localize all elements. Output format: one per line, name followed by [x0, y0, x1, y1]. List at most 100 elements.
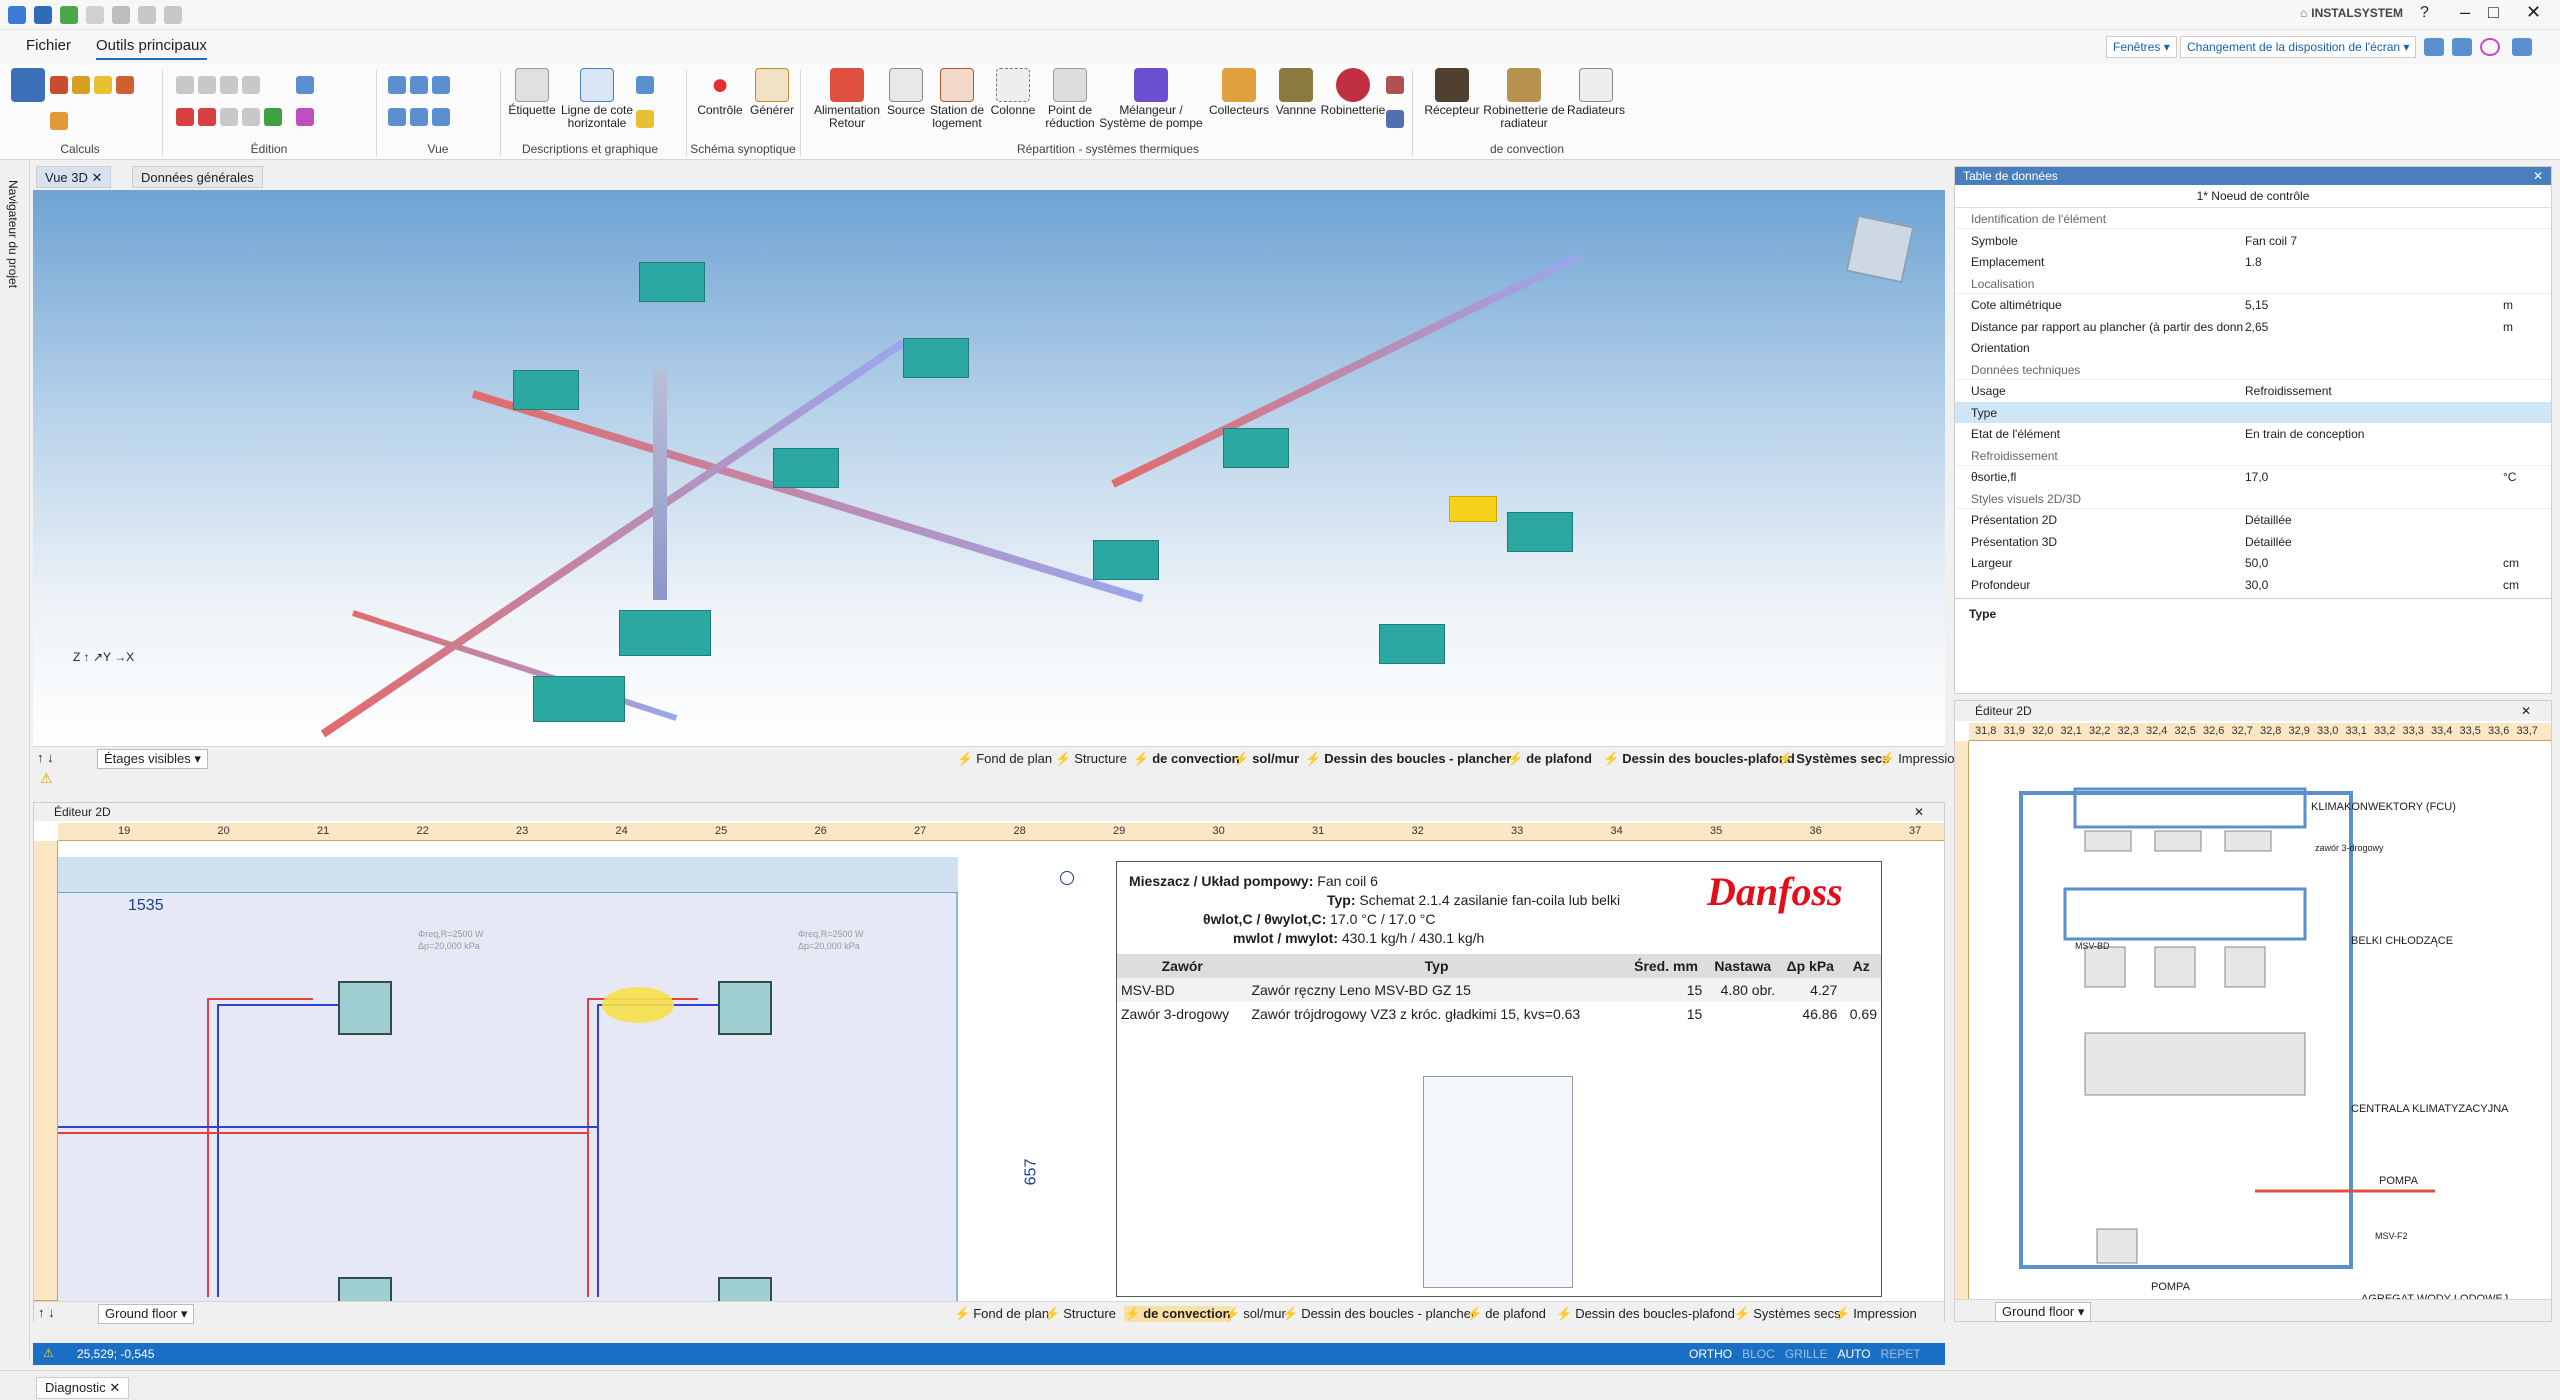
- minimize-icon[interactable]: –: [2460, 2, 2470, 23]
- edit-icon[interactable]: [242, 76, 260, 94]
- zoom-icon[interactable]: [388, 76, 406, 94]
- zoom-icon[interactable]: [410, 76, 428, 94]
- fan-coil[interactable]: [1093, 540, 1159, 580]
- dimension-button[interactable]: Ligne de cote horizontale: [560, 68, 634, 140]
- column-button[interactable]: Colonne: [984, 68, 1042, 140]
- valve-table[interactable]: Mieszacz / Układ pompowy: Fan coil 6 Typ…: [1116, 861, 1882, 1297]
- label-button[interactable]: Étiquette: [500, 68, 564, 140]
- nav-arrows-icon[interactable]: ↑ ↓: [38, 1305, 55, 1320]
- property-row[interactable]: Profondeur 30,0 cm: [1955, 574, 2551, 595]
- property-row[interactable]: Distance par rapport au plancher (à part…: [1955, 316, 2551, 337]
- layer-tab[interactable]: ⚡ de convection: [1133, 751, 1240, 767]
- editor-2d-main[interactable]: Éditeur 2D ✕ 19 20 21 22 23 24 25 26 27 28 29 30 31 32…: [33, 802, 1945, 1324]
- print-icon[interactable]: [112, 6, 130, 24]
- delete-icon[interactable]: [198, 108, 216, 126]
- layer-tab[interactable]: ⚡ Structure: [1044, 1306, 1116, 1322]
- panel-close-icon[interactable]: ✕: [2533, 169, 2543, 183]
- fan-coil[interactable]: [513, 370, 579, 410]
- station-button[interactable]: Station de logement: [926, 68, 988, 140]
- layer-tab[interactable]: ⚡ Dessin des boucles - plancher: [1305, 751, 1511, 767]
- redo-icon[interactable]: [164, 6, 182, 24]
- property-row[interactable]: Usage Refroidissement: [1955, 380, 2551, 401]
- monitor-icon[interactable]: [2452, 38, 2472, 56]
- property-row[interactable]: Présentation 2D Détaillée: [1955, 509, 2551, 530]
- edit-icon[interactable]: [220, 76, 238, 94]
- layer-tab[interactable]: ⚡ Impression: [1879, 751, 1962, 767]
- calc-small-icon[interactable]: [94, 76, 112, 94]
- property-section[interactable]: Données techniques: [1955, 359, 2551, 380]
- layer-tab[interactable]: ⚡ sol/mur: [1233, 751, 1299, 767]
- receiver-button[interactable]: Récepteur: [1420, 68, 1484, 140]
- fan-coil[interactable]: [773, 448, 839, 488]
- property-row[interactable]: Cote altimétrique 5,15 m: [1955, 294, 2551, 315]
- fan-coil[interactable]: [903, 338, 969, 378]
- fan-coil[interactable]: [619, 610, 711, 656]
- zoom-icon[interactable]: [410, 108, 428, 126]
- layer-tab[interactable]: ⚡ Fond de plan: [954, 1306, 1049, 1322]
- fittings-small-icon[interactable]: [1386, 76, 1404, 94]
- layer-tab[interactable]: ⚡ de plafond: [1507, 751, 1592, 767]
- floor-plan[interactable]: 1535 Φreq,R=2500 W Δp=20,000 kPa Φreq,R=…: [58, 857, 958, 1307]
- layer-tab[interactable]: ⚡ de plafond: [1466, 1306, 1546, 1322]
- layer-tab[interactable]: ⚡ Systèmes secs: [1734, 1306, 1841, 1322]
- warning-icon[interactable]: ⚠: [43, 1346, 54, 1360]
- property-value[interactable]: Fan coil 7: [2245, 234, 2297, 248]
- property-section[interactable]: Identification de l'élément: [1955, 208, 2551, 229]
- selected-fan-coil[interactable]: [1449, 496, 1497, 522]
- panel-icon[interactable]: [2512, 38, 2532, 56]
- zoom-icon[interactable]: [432, 76, 450, 94]
- edit-icon[interactable]: [296, 76, 314, 94]
- panel-close-icon[interactable]: ✕: [1914, 805, 1924, 819]
- calc-small-icon[interactable]: [50, 76, 68, 94]
- layer-tab[interactable]: ⚡ Dessin des boucles - plancher: [1282, 1306, 1475, 1322]
- open-icon[interactable]: [60, 6, 78, 24]
- layout-dropdown[interactable]: Changement de la disposition de l'écran …: [2180, 36, 2417, 58]
- property-section[interactable]: Styles visuels 2D/3D: [1955, 488, 2551, 509]
- fan-coil[interactable]: [639, 262, 705, 302]
- view-cube[interactable]: [1845, 214, 1915, 284]
- property-value[interactable]: 5,15: [2245, 298, 2268, 312]
- edit-icon[interactable]: [264, 108, 282, 126]
- new-icon[interactable]: [86, 6, 104, 24]
- text-icon[interactable]: [636, 76, 654, 94]
- nav-arrows-icon[interactable]: ↑ ↓: [37, 750, 54, 765]
- property-row[interactable]: Emplacement 1.8: [1955, 251, 2551, 272]
- reduction-button[interactable]: Point de réduction: [1038, 68, 1102, 140]
- fan-coil[interactable]: [1507, 512, 1573, 552]
- layer-tab[interactable]: ⚡ Dessin des boucles-plafond: [1603, 751, 1795, 767]
- fittings-small-icon[interactable]: [1386, 110, 1404, 128]
- panel-close-icon[interactable]: ✕: [2521, 704, 2531, 718]
- fan-coil-2d[interactable]: [718, 981, 772, 1035]
- floor-dropdown[interactable]: Ground floor ▾: [1995, 1302, 2092, 1322]
- floor-dropdown[interactable]: Ground floor ▾: [98, 1304, 195, 1324]
- property-value[interactable]: Détaillée: [2245, 535, 2292, 549]
- calc-small-icon[interactable]: [116, 76, 134, 94]
- mode-auto[interactable]: AUTO: [1838, 1347, 1871, 1361]
- property-value[interactable]: 30,0: [2245, 578, 2268, 592]
- help-icon[interactable]: ?: [2420, 4, 2429, 22]
- property-value[interactable]: Détaillée: [2245, 513, 2292, 527]
- maximize-icon[interactable]: □: [2488, 2, 2499, 23]
- fan-coil-2d[interactable]: [338, 981, 392, 1035]
- collectors-button[interactable]: Collecteurs: [1204, 68, 1274, 140]
- property-value[interactable]: Refroidissement: [2245, 384, 2332, 398]
- undo-icon[interactable]: [138, 6, 156, 24]
- layer-tab[interactable]: ⚡ Fond de plan: [957, 751, 1052, 767]
- tab-tools[interactable]: Outils principaux: [96, 37, 207, 60]
- edit-icon[interactable]: [176, 76, 194, 94]
- edit-icon[interactable]: [296, 108, 314, 126]
- property-section[interactable]: Refroidissement: [1955, 445, 2551, 466]
- calc-button[interactable]: [4, 68, 52, 140]
- property-row[interactable]: θsortie,fl 17,0 °C: [1955, 466, 2551, 487]
- editor-2d-right[interactable]: Éditeur 2D ✕ 31,8 31,9 32,0 32,1 32,2 32,3 32,4…: [1954, 700, 2552, 1322]
- property-row[interactable]: Largeur 50,0 cm: [1955, 552, 2551, 573]
- source-button[interactable]: Source: [880, 68, 932, 140]
- radiators-button[interactable]: Radiateurs: [1560, 68, 1632, 140]
- warning-icon[interactable]: ⚠: [40, 770, 53, 787]
- property-row[interactable]: Symbole Fan coil 7: [1955, 230, 2551, 251]
- property-value[interactable]: 17,0: [2245, 470, 2268, 484]
- tab-general-data[interactable]: Données générales: [132, 166, 263, 188]
- mode-grid[interactable]: GRILLE: [1785, 1347, 1828, 1361]
- tab-file[interactable]: Fichier: [26, 37, 71, 54]
- mode-repeat[interactable]: REPET: [1881, 1347, 1921, 1361]
